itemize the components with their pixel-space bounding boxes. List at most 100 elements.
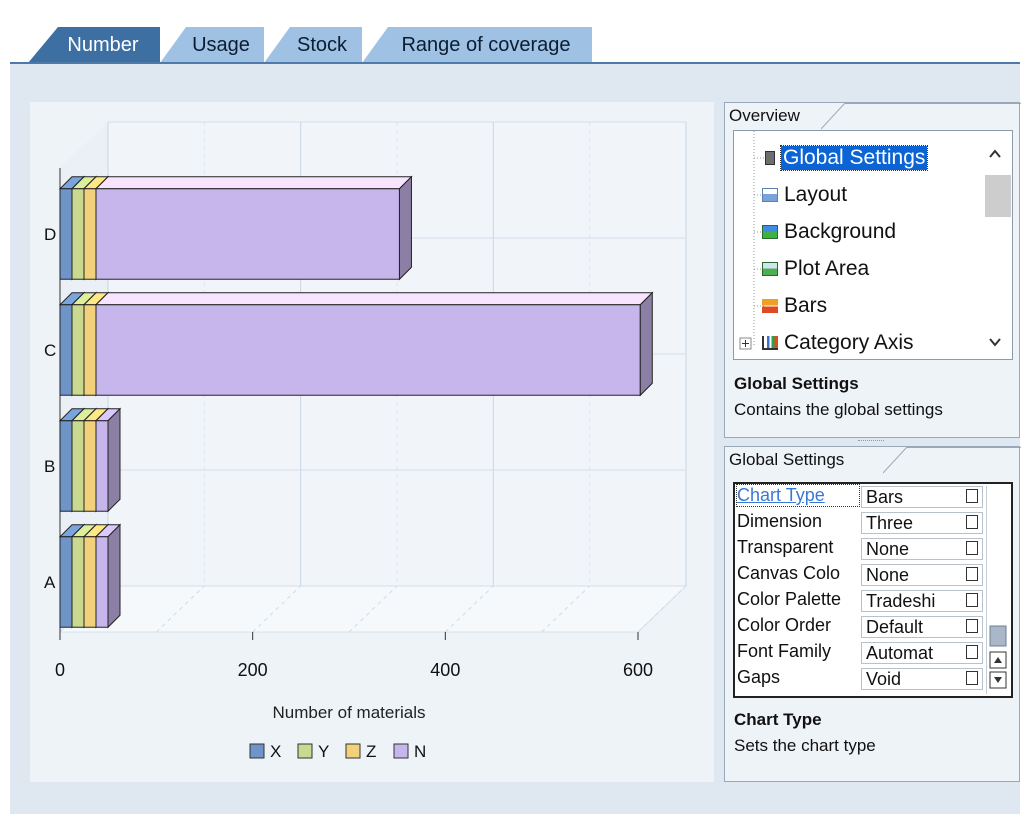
picker-icon[interactable] [966, 619, 978, 633]
category-label: A [44, 573, 56, 592]
settings-row[interactable]: Color Order Default [735, 614, 985, 640]
settings-desc-title: Chart Type [734, 710, 822, 729]
bar-y-b [71, 420, 85, 512]
legend-label: X [270, 742, 281, 761]
settings-row[interactable]: Transparent None [735, 536, 985, 562]
tree-item-label: Bars [784, 294, 828, 317]
bar-x-a [59, 536, 73, 628]
tab-usage[interactable]: Usage [160, 27, 264, 63]
settings-row-value-text: None [866, 565, 910, 585]
settings-row-value[interactable]: Automat [861, 642, 983, 664]
scroll-up-arrow-icon [989, 149, 1001, 158]
overview-tab[interactable]: Overview [725, 103, 816, 129]
bar-x-c [59, 304, 73, 396]
settings-scrollbar-graphics [989, 625, 1007, 689]
picker-icon[interactable] [966, 541, 978, 555]
settings-row-name: Dimension [737, 511, 823, 531]
x-tick-label: 600 [623, 660, 653, 680]
panel-splitter[interactable] [858, 440, 884, 444]
settings-row-name: Gaps [737, 667, 781, 687]
layout-icon [762, 188, 778, 202]
tree-item-global-settings[interactable]: Global Settings [762, 141, 929, 175]
picker-icon[interactable] [966, 567, 978, 581]
tab-number[interactable]: Number [28, 27, 160, 63]
settings-row-value[interactable]: Default [861, 616, 983, 638]
settings-row[interactable]: Color Palette Tradeshi [735, 588, 985, 614]
bar-z-a [83, 536, 97, 628]
picker-icon[interactable] [966, 515, 978, 529]
bar-x-d [59, 188, 73, 280]
overview-desc-text: Contains the global settings [734, 400, 943, 419]
tree-item-label: Global Settings [779, 145, 929, 171]
settings-row[interactable]: Chart Type Bars [735, 484, 985, 510]
settings-tab[interactable]: Global Settings [725, 447, 861, 473]
global-settings-icon [765, 151, 775, 165]
scroll-thumb [985, 175, 1011, 217]
category-label: D [44, 225, 56, 244]
bar-y-d [71, 188, 85, 280]
tree-item-label: Plot Area [784, 257, 870, 280]
bar-n-a [95, 536, 109, 628]
bar-y-c [71, 304, 85, 396]
settings-row-value-text: None [866, 539, 910, 559]
settings-row-value[interactable]: None [861, 564, 983, 586]
settings-tab-line [907, 447, 1021, 448]
settings-row-value[interactable]: Three [861, 512, 983, 534]
tree-item-layout[interactable]: Layout [762, 178, 847, 212]
tab-stock[interactable]: Stock [264, 27, 362, 63]
settings-row-value-text: Void [866, 669, 902, 689]
tab-stock-label: Stock [296, 33, 348, 56]
picker-icon[interactable] [966, 489, 978, 503]
tree-scrollbar[interactable] [978, 131, 1012, 359]
picker-icon[interactable] [966, 671, 978, 685]
settings-grid[interactable]: Chart Type Bars Dimension Three Transpar… [733, 482, 1013, 698]
settings-row-name: Transparent [737, 537, 834, 557]
legend-label: Y [318, 742, 329, 761]
bar-side-face [639, 291, 653, 397]
tree-item-category-axis[interactable]: Category Axis [762, 326, 914, 359]
bar-n-b [95, 420, 109, 512]
settings-row-value[interactable]: Bars [861, 486, 983, 508]
bar-top-face [94, 176, 413, 190]
settings-tab-edge [883, 447, 908, 474]
settings-row[interactable]: Gaps Void [735, 666, 985, 692]
bar-chart: A B C D 0 200 400 600 Number of materials X Y Z N [44, 121, 688, 761]
picker-icon[interactable] [966, 645, 978, 659]
tree-scrollbar-graphics [985, 149, 1011, 347]
tree-item-plot-area[interactable]: Plot Area [762, 252, 869, 286]
settings-row-value-text: Bars [866, 487, 904, 507]
overview-tab-edge [821, 103, 846, 130]
background-icon [762, 225, 778, 239]
category-axis-icon [762, 336, 778, 350]
settings-row-name: Color Palette [737, 589, 842, 609]
bar-n-d [95, 188, 400, 280]
overview-tree[interactable]: Global Settings Layout Background Plot A… [733, 130, 1013, 360]
legend-label: Z [366, 742, 376, 761]
bar-top-face [94, 292, 654, 306]
plot-area-icon [762, 262, 778, 276]
settings-row-value-text: Three [866, 513, 914, 533]
tree-item-background[interactable]: Background [762, 215, 896, 249]
settings-row[interactable]: Font Family Automat [735, 640, 985, 666]
tab-usage-label: Usage [192, 33, 250, 56]
tab-range-of-coverage[interactable]: Range of coverage [362, 27, 592, 63]
tree-item-bars[interactable]: Bars [762, 289, 827, 323]
overview-tab-line [845, 103, 1021, 104]
settings-row[interactable]: Dimension Three [735, 510, 985, 536]
tree-item-label: Layout [784, 183, 848, 206]
settings-row[interactable]: Canvas Colo None [735, 562, 985, 588]
bars-icon [762, 299, 778, 313]
settings-row-value[interactable]: Tradeshi [861, 590, 983, 612]
x-tick-label: 400 [430, 660, 460, 680]
bar-x-b [59, 420, 73, 512]
picker-icon[interactable] [966, 593, 978, 607]
bar-y-a [71, 536, 85, 628]
x-tick-label: 200 [238, 660, 268, 680]
settings-scroll-thumb [989, 625, 1007, 647]
settings-scrollbar[interactable] [986, 486, 1009, 694]
legend-swatch [249, 743, 265, 759]
settings-row-value[interactable]: Void [861, 668, 983, 690]
x-axis-label: Number of materials [272, 703, 425, 722]
scroll-down-arrow-icon [989, 338, 1001, 347]
settings-row-value[interactable]: None [861, 538, 983, 560]
